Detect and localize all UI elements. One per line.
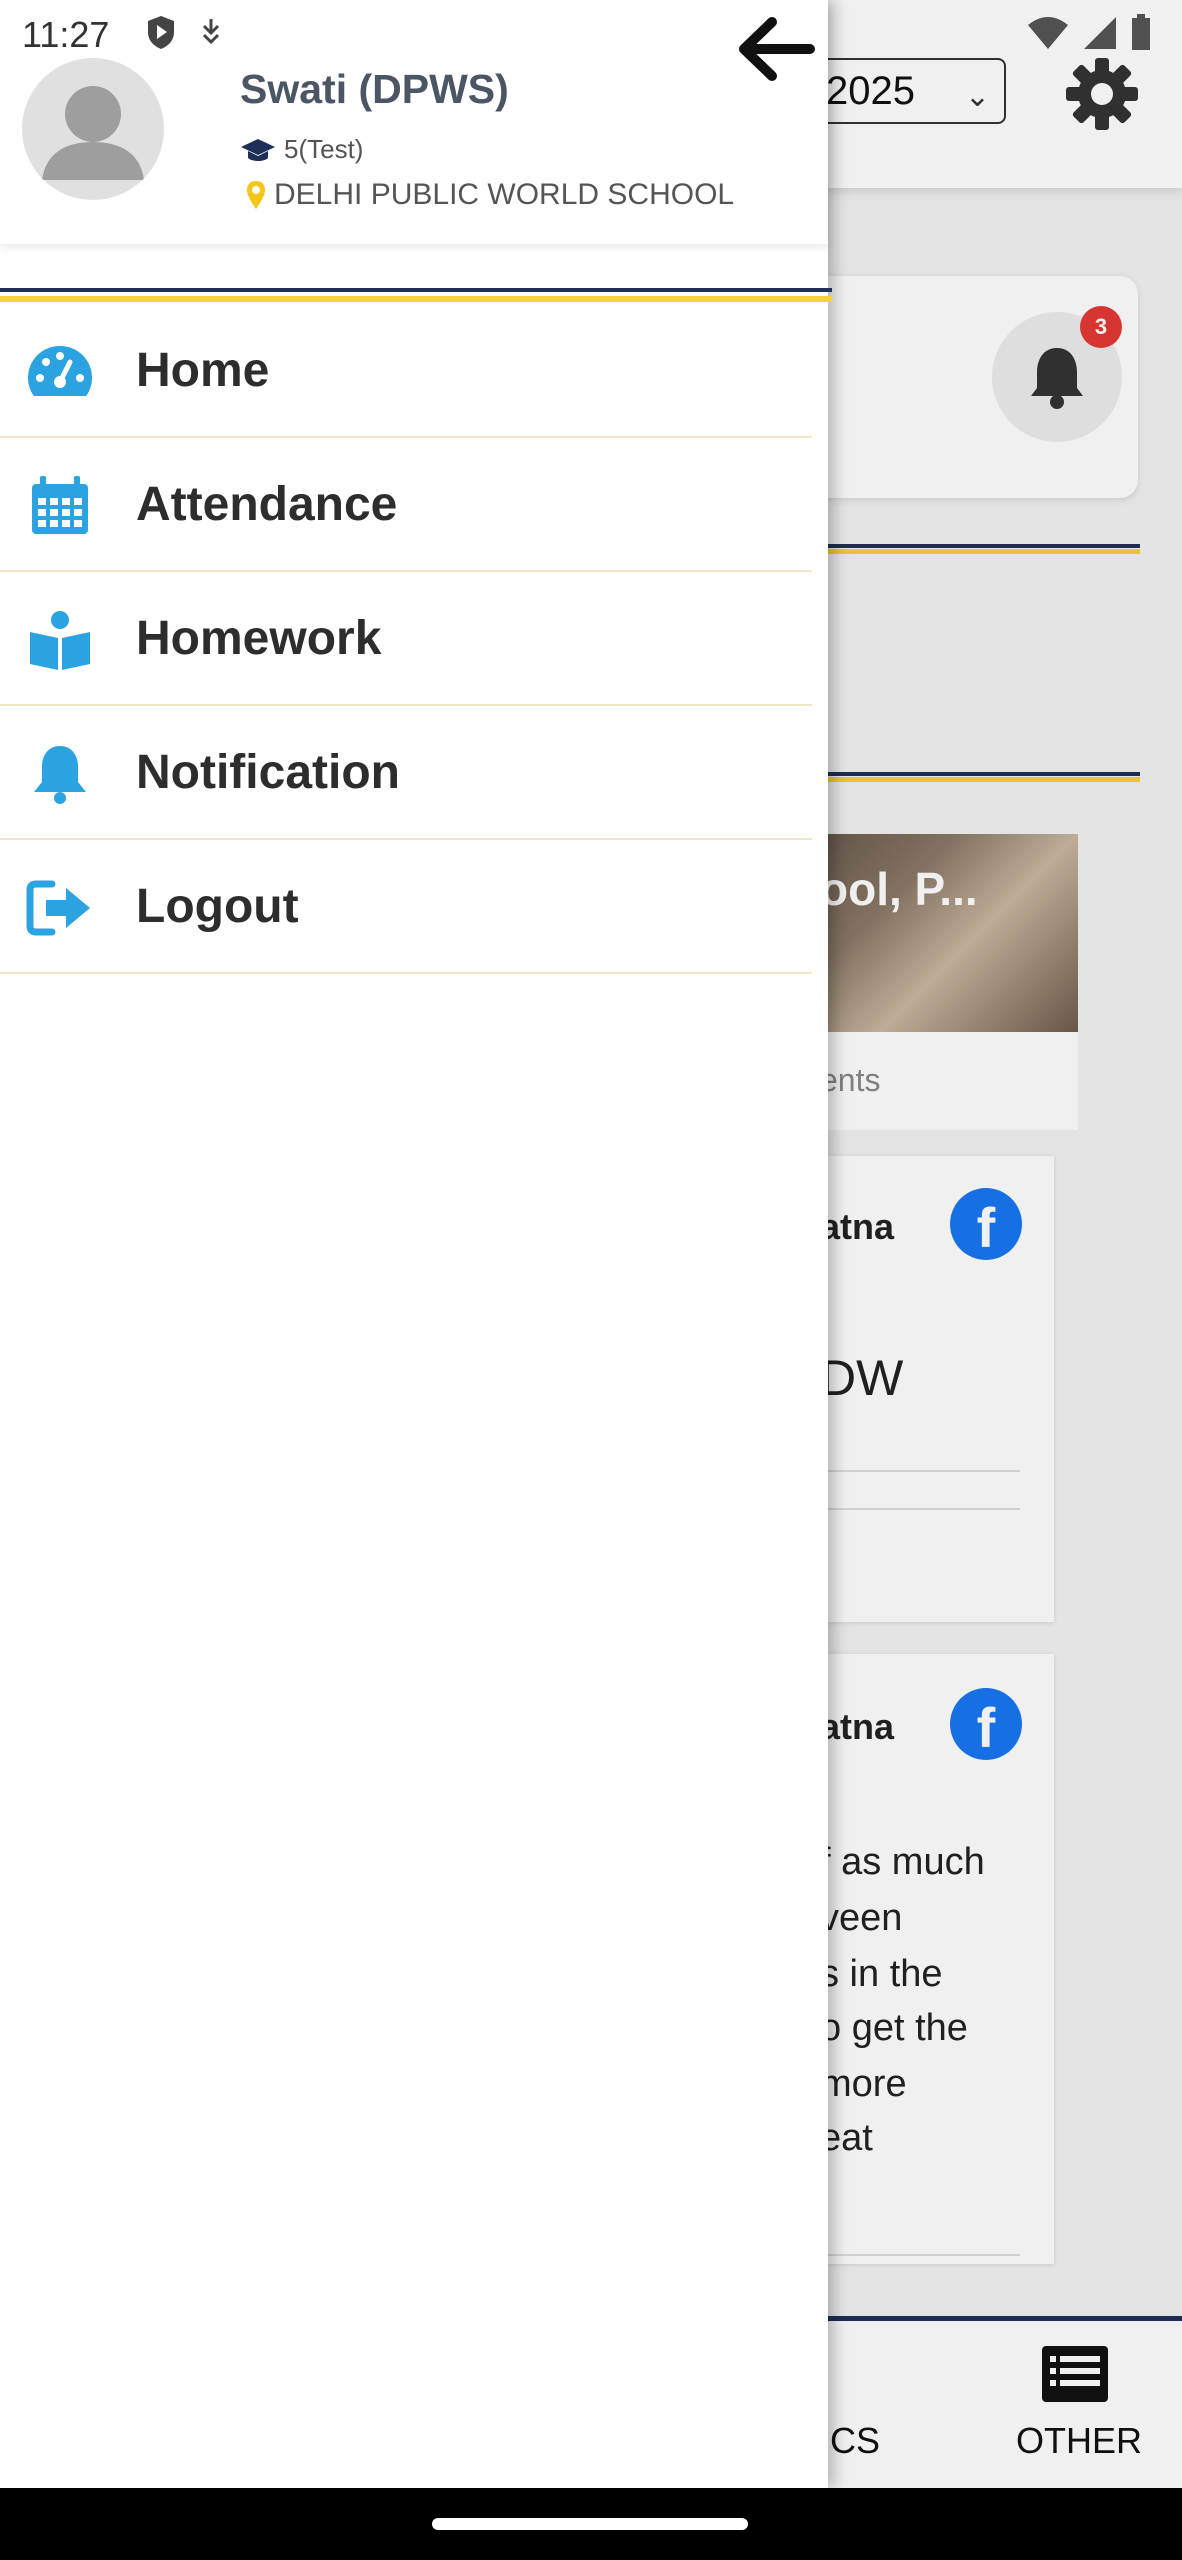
user-school: DELHI PUBLIC WORLD SCHOOL [246, 178, 734, 212]
drawer-scrim[interactable] [828, 0, 1182, 2560]
user-school-text: DELHI PUBLIC WORLD SCHOOL [274, 178, 735, 211]
user-class-text: 5(Test) [284, 134, 364, 164]
calendar-icon [32, 476, 88, 534]
home-gesture-handle[interactable] [432, 2518, 748, 2530]
status-icons-left [146, 14, 224, 50]
graduation-cap-icon [241, 138, 275, 161]
avatar [22, 58, 164, 200]
menu-item-home[interactable]: Home [0, 304, 812, 438]
dashboard-icon [28, 346, 92, 396]
drawer-menu: Home Attendance Homework Notification Lo… [0, 304, 812, 974]
menu-item-label: Homework [136, 611, 382, 665]
menu-item-logout[interactable]: Logout [0, 840, 812, 974]
download-icon [202, 19, 220, 45]
bell-icon [34, 746, 86, 804]
status-time: 11:27 [22, 14, 110, 55]
menu-item-label: Logout [136, 879, 299, 933]
book-reader-icon [30, 611, 90, 670]
drawer-divider-stripe [0, 288, 832, 302]
user-name: Swati (DPWS) [240, 66, 509, 112]
user-class: 5(Test) [240, 134, 363, 165]
shield-icon [148, 16, 174, 49]
menu-item-notification[interactable]: Notification [0, 706, 812, 840]
back-arrow-icon[interactable] [736, 14, 816, 84]
logout-icon [26, 880, 90, 936]
navigation-drawer: 11:27 Swati (DPWS) 5(Test) DELHI PUBLIC … [0, 0, 832, 2488]
map-pin-icon [247, 181, 265, 209]
menu-item-homework[interactable]: Homework [0, 572, 812, 706]
drawer-header: 11:27 Swati (DPWS) 5(Test) DELHI PUBLIC … [0, 0, 828, 244]
menu-item-label: Home [136, 343, 270, 397]
menu-item-label: Notification [136, 745, 400, 799]
menu-item-label: Attendance [136, 477, 398, 531]
menu-item-attendance[interactable]: Attendance [0, 438, 812, 572]
